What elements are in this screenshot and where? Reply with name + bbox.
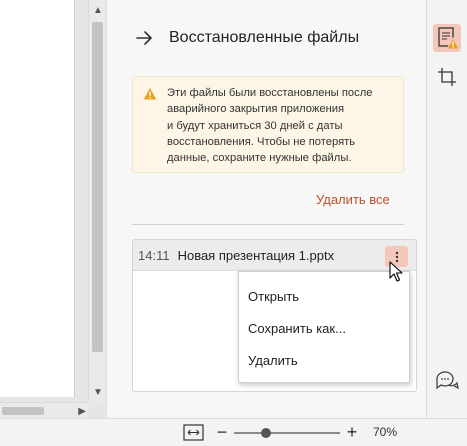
crop-button[interactable] — [436, 66, 458, 88]
file-context-menu: Открыть Сохранить как... Удалить — [238, 271, 410, 383]
document-page[interactable] — [0, 0, 75, 397]
vertical-scrollbar[interactable]: ▲ ▼ — [88, 0, 106, 402]
zoom-in-button[interactable]: + — [343, 421, 361, 443]
warning-line: Эти файлы были восстановлены после — [167, 87, 373, 99]
scroll-right-icon[interactable]: ▶ — [78, 403, 86, 419]
vertical-scroll-thumb[interactable] — [92, 22, 103, 352]
zoom-track — [234, 432, 340, 434]
scroll-up-icon[interactable]: ▲ — [89, 2, 107, 18]
zoom-out-button[interactable]: − — [214, 421, 230, 443]
horizontal-scroll-thumb[interactable] — [2, 407, 44, 415]
status-bar: − + 70% — [0, 418, 467, 446]
zoom-value[interactable]: 70% — [373, 425, 397, 439]
file-time: 14:11 — [138, 247, 170, 263]
file-name: Новая презентация 1.pptx — [177, 247, 335, 263]
fit-to-window-button[interactable] — [183, 423, 204, 442]
warning-notice: Эти файлы были восстановлены после авари… — [132, 76, 404, 173]
arrow-right-icon[interactable] — [135, 28, 155, 48]
panel-header: Восстановленные файлы — [135, 28, 359, 48]
horizontal-scrollbar[interactable]: ▶ — [0, 402, 88, 418]
comment-bubbles-icon — [436, 371, 459, 390]
comments-button[interactable] — [433, 366, 461, 394]
mouse-cursor-icon — [389, 261, 403, 282]
delete-all-link[interactable]: Удалить все — [316, 192, 390, 207]
warning-line: аварийного закрытия приложения — [167, 103, 345, 116]
recovered-files-panel: Восстановленные файлы Эти файлы были вос… — [106, 0, 426, 418]
warning-line: и будут храниться 30 дней с даты — [167, 119, 343, 132]
zoom-thumb[interactable] — [260, 428, 271, 438]
warning-line: данные, сохраните нужные файлы. — [167, 152, 352, 165]
panel-title: Восстановленные файлы — [169, 29, 360, 46]
menu-item-save-as[interactable]: Сохранить как... — [248, 321, 346, 336]
divider — [132, 224, 404, 225]
warning-text: Эти файлы были восстановлены после авари… — [167, 85, 399, 166]
document-area: ▲ ▼ ▶ — [0, 0, 106, 418]
fit-to-window-icon — [183, 424, 204, 441]
warning-line: восстановления. Чтобы не потерять — [167, 135, 356, 148]
warning-triangle-icon — [143, 88, 157, 100]
menu-item-delete[interactable]: Удалить — [248, 353, 298, 368]
crop-icon — [438, 68, 456, 86]
menu-item-open[interactable]: Открыть — [248, 289, 299, 304]
document-warning-icon — [438, 27, 460, 50]
recovered-files-button[interactable] — [433, 24, 461, 52]
zoom-slider[interactable] — [234, 423, 340, 443]
recovered-file-item[interactable]: 14:11 Новая презентация 1.pptx — [133, 240, 416, 271]
scroll-down-icon[interactable]: ▼ — [89, 384, 107, 400]
right-toolbar — [426, 0, 467, 418]
